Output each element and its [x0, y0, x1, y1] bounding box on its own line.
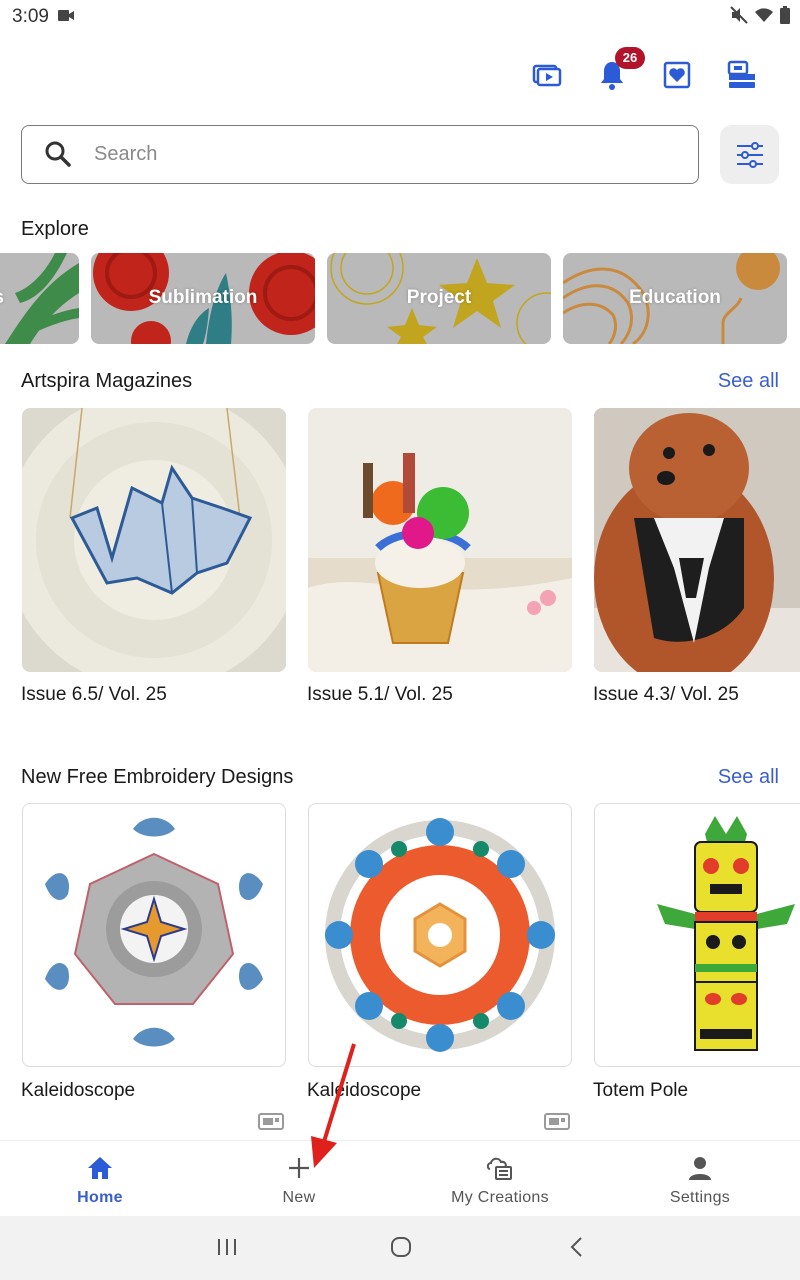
- design-card[interactable]: [308, 803, 572, 1067]
- explore-card-sublimation[interactable]: Sublimation: [91, 253, 315, 344]
- person-icon: [600, 1155, 800, 1181]
- explore-card-label: Sublimation: [148, 287, 258, 308]
- back-system-button[interactable]: [566, 1236, 588, 1263]
- home-circle-icon: [391, 1237, 411, 1257]
- notification-badge: 26: [615, 47, 645, 69]
- battery-icon: [780, 6, 790, 24]
- magazines-carousel: [0, 408, 800, 672]
- free-designs-carousel: [0, 803, 800, 1069]
- design-preview-image: [45, 817, 263, 1047]
- wifi-icon: [755, 8, 773, 22]
- nav-item-new[interactable]: New: [199, 1141, 399, 1217]
- magazine-card[interactable]: [594, 408, 800, 672]
- nav-label: My Creations: [451, 1189, 549, 1206]
- video-tutorial-icon: [532, 64, 561, 87]
- embroidery-machine-icon: [258, 1111, 284, 1136]
- design-caption: Kaleidoscope: [21, 1080, 136, 1101]
- sewing-machine-button[interactable]: [709, 50, 774, 100]
- explore-card-designs[interactable]: Designs: [0, 253, 79, 344]
- design-card[interactable]: [22, 803, 286, 1067]
- filter-sliders-icon: [736, 141, 763, 168]
- bottom-navigation: Home New My Creations Settings: [0, 1140, 800, 1216]
- explore-card-label: Education: [629, 287, 721, 308]
- explore-card-label: Project: [406, 287, 472, 308]
- favorites-button[interactable]: [644, 50, 709, 100]
- magazine-cover-image: [22, 408, 286, 672]
- mute-icon: [730, 6, 748, 24]
- video-record-icon: [58, 9, 74, 27]
- nav-item-home[interactable]: Home: [0, 1141, 200, 1217]
- free-designs-title: New Free Embroidery Designs: [21, 766, 294, 788]
- search-input[interactable]: [94, 126, 684, 182]
- home-icon: [0, 1155, 200, 1181]
- design-preview-image: [325, 818, 555, 1052]
- magazine-caption: Issue 6.5/ Vol. 25: [21, 684, 167, 705]
- explore-title: Explore: [21, 218, 89, 240]
- header-actions: 26: [514, 47, 774, 100]
- magazines-see-all-link[interactable]: See all: [718, 370, 779, 393]
- magazines-title: Artspira Magazines: [21, 370, 193, 392]
- design-preview-image: [657, 816, 795, 1051]
- plus-icon: [199, 1155, 399, 1181]
- favorites-heart-icon: [663, 61, 690, 89]
- magazine-card[interactable]: [22, 408, 286, 672]
- free-designs-see-all-link[interactable]: See all: [718, 766, 779, 789]
- status-bar: 3:09: [0, 0, 800, 34]
- notifications-button[interactable]: 26: [579, 47, 645, 100]
- magazine-cover-image: [308, 408, 572, 672]
- magazine-cover-image: [594, 408, 800, 672]
- search-box: [21, 125, 699, 184]
- embroidery-machine-icon: [544, 1111, 570, 1136]
- search-icon: [44, 140, 72, 173]
- explore-card-project[interactable]: Project: [327, 253, 551, 344]
- design-caption: Totem Pole: [593, 1080, 689, 1101]
- system-navigation-bar: [0, 1216, 800, 1280]
- nav-item-settings[interactable]: Settings: [600, 1141, 800, 1217]
- explore-carousel: Designs Sublimation Project: [0, 253, 800, 344]
- magazine-caption: Issue 4.3/ Vol. 25: [593, 684, 739, 705]
- cloud-creations-icon: [400, 1155, 600, 1181]
- sewing-machine-icon: [727, 60, 755, 88]
- recent-apps-button[interactable]: [216, 1236, 238, 1263]
- filter-button[interactable]: [720, 125, 779, 184]
- status-right-icons: [730, 6, 790, 24]
- home-system-button[interactable]: [390, 1236, 412, 1263]
- magazine-caption: Issue 5.1/ Vol. 25: [307, 684, 453, 705]
- explore-card-label: Designs: [0, 287, 79, 309]
- design-caption: Kaleidoscope: [307, 1080, 422, 1101]
- magazine-card[interactable]: [308, 408, 572, 672]
- explore-card-education[interactable]: Education: [563, 253, 787, 344]
- nav-label: Home: [77, 1189, 123, 1206]
- video-tutorial-button[interactable]: [514, 50, 579, 100]
- design-card[interactable]: [594, 803, 800, 1067]
- nav-label: Settings: [669, 1189, 731, 1206]
- back-chevron-icon: [570, 1237, 582, 1257]
- recent-apps-icon: [218, 1239, 236, 1255]
- nav-label: New: [282, 1189, 316, 1206]
- status-time: 3:09: [12, 6, 49, 27]
- nav-item-my-creations[interactable]: My Creations: [400, 1141, 600, 1217]
